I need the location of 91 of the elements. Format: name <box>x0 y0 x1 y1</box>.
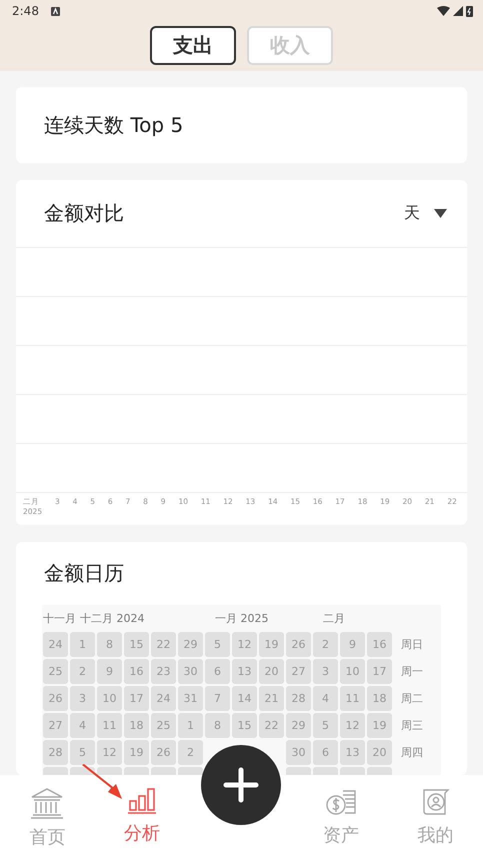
day-cell[interactable]: 9 <box>97 659 122 684</box>
battery-icon <box>466 5 473 17</box>
day-cell[interactable]: 1 <box>70 632 95 657</box>
day-cell[interactable]: 25 <box>151 713 176 738</box>
wifi-icon <box>437 6 450 16</box>
day-cell[interactable]: 1 <box>178 713 203 738</box>
nav-tab[interactable]: 资产 <box>306 775 376 847</box>
day-cell[interactable]: 8 <box>205 713 230 738</box>
day-cell[interactable]: 4 <box>313 686 338 711</box>
day-cell[interactable]: 22 <box>259 713 284 738</box>
day-cell[interactable]: 12 <box>340 713 365 738</box>
weekday-label: 周一 <box>401 664 423 679</box>
day-cell[interactable]: 19 <box>367 713 392 738</box>
day-cell[interactable]: 25 <box>43 659 68 684</box>
day-cell[interactable]: 20 <box>367 740 392 765</box>
day-cell[interactable]: 28 <box>286 686 311 711</box>
day-cell[interactable]: 5 <box>70 740 95 765</box>
day-cell[interactable]: 24 <box>151 686 176 711</box>
plus-icon <box>223 767 260 803</box>
day-cell[interactable]: 16 <box>367 632 392 657</box>
card-title: 连续天数 Top 5 <box>44 112 184 138</box>
day-cell[interactable]: 8 <box>97 632 122 657</box>
notification-icon <box>50 6 60 16</box>
dropdown-caret-icon <box>434 209 447 218</box>
day-cell[interactable]: 2 <box>178 740 203 765</box>
month-label: 十二月 2024 <box>80 611 146 626</box>
day-cell[interactable]: 6 <box>313 740 338 765</box>
day-cell[interactable]: 26 <box>43 686 68 711</box>
day-cell[interactable]: 2 <box>70 659 95 684</box>
signal-icon <box>453 6 463 16</box>
pointer-arrow <box>82 764 122 799</box>
day-cell[interactable]: 2 <box>313 632 338 657</box>
day-cell[interactable]: 27 <box>43 713 68 738</box>
bar-chart-icon <box>126 787 157 815</box>
day-cell[interactable]: 28 <box>43 740 68 765</box>
day-cell[interactable]: 30 <box>286 740 311 765</box>
weekday-label: 周二 <box>401 691 423 706</box>
weekday-label: 周日 <box>401 637 423 652</box>
nav-tab[interactable]: 我的 <box>400 775 471 847</box>
day-cell[interactable]: 14 <box>232 686 257 711</box>
day-cell[interactable]: 19 <box>259 632 284 657</box>
day-cell[interactable]: 21 <box>259 686 284 711</box>
day-cell[interactable]: 13 <box>340 740 365 765</box>
day-cell[interactable]: 16 <box>124 659 149 684</box>
day-cell[interactable]: 17 <box>124 686 149 711</box>
day-cell[interactable]: 11 <box>340 686 365 711</box>
status-time: 2:48 <box>12 4 39 18</box>
day-cell[interactable]: 3 <box>70 686 95 711</box>
nav-tab[interactable]: 首页 <box>12 775 82 849</box>
day-cell[interactable]: 23 <box>151 659 176 684</box>
day-cell[interactable]: 22 <box>151 632 176 657</box>
day-cell[interactable]: 17 <box>367 659 392 684</box>
bank-icon <box>30 787 64 819</box>
month-label: 二月 <box>323 611 346 626</box>
day-cell[interactable]: 11 <box>97 713 122 738</box>
day-cell[interactable]: 31 <box>178 686 203 711</box>
day-cell[interactable]: 4 <box>70 713 95 738</box>
day-cell[interactable]: 15 <box>232 713 257 738</box>
day-cell[interactable]: 5 <box>205 632 230 657</box>
day-cell[interactable]: 12 <box>232 632 257 657</box>
tab[interactable]: 支出 <box>150 26 236 65</box>
day-cell[interactable]: 10 <box>97 686 122 711</box>
card-title: 金额对比 <box>44 200 124 227</box>
weekday-label: 周三 <box>401 718 423 733</box>
month-label: 一月 2025 <box>215 611 270 626</box>
profile-icon <box>420 787 451 817</box>
day-cell[interactable]: 26 <box>151 740 176 765</box>
day-cell[interactable]: 10 <box>340 659 365 684</box>
day-cell[interactable]: 19 <box>124 740 149 765</box>
period-dropdown[interactable]: 天 <box>404 203 447 224</box>
day-cell[interactable]: 15 <box>124 632 149 657</box>
day-cell[interactable]: 13 <box>232 659 257 684</box>
day-cell[interactable]: 30 <box>178 659 203 684</box>
day-cell[interactable]: 27 <box>286 659 311 684</box>
day-cell[interactable]: 12 <box>97 740 122 765</box>
day-cell[interactable]: 6 <box>205 659 230 684</box>
day-cell[interactable]: 29 <box>286 713 311 738</box>
day-cell[interactable]: 9 <box>340 632 365 657</box>
weekday-label: 周四 <box>401 745 423 760</box>
day-cell[interactable]: 29 <box>178 632 203 657</box>
month-label: 十一月 <box>43 611 76 626</box>
day-cell[interactable]: 24 <box>43 632 68 657</box>
day-cell[interactable]: 20 <box>259 659 284 684</box>
nav-tab[interactable]: 分析 <box>106 775 177 845</box>
day-cell[interactable]: 18 <box>367 686 392 711</box>
card-title: 金额日历 <box>43 560 125 587</box>
day-cell[interactable]: 3 <box>313 659 338 684</box>
day-cell[interactable]: 7 <box>205 686 230 711</box>
day-cell[interactable]: 26 <box>286 632 311 657</box>
day-cell[interactable]: 18 <box>124 713 149 738</box>
day-cell[interactable]: 5 <box>313 713 338 738</box>
